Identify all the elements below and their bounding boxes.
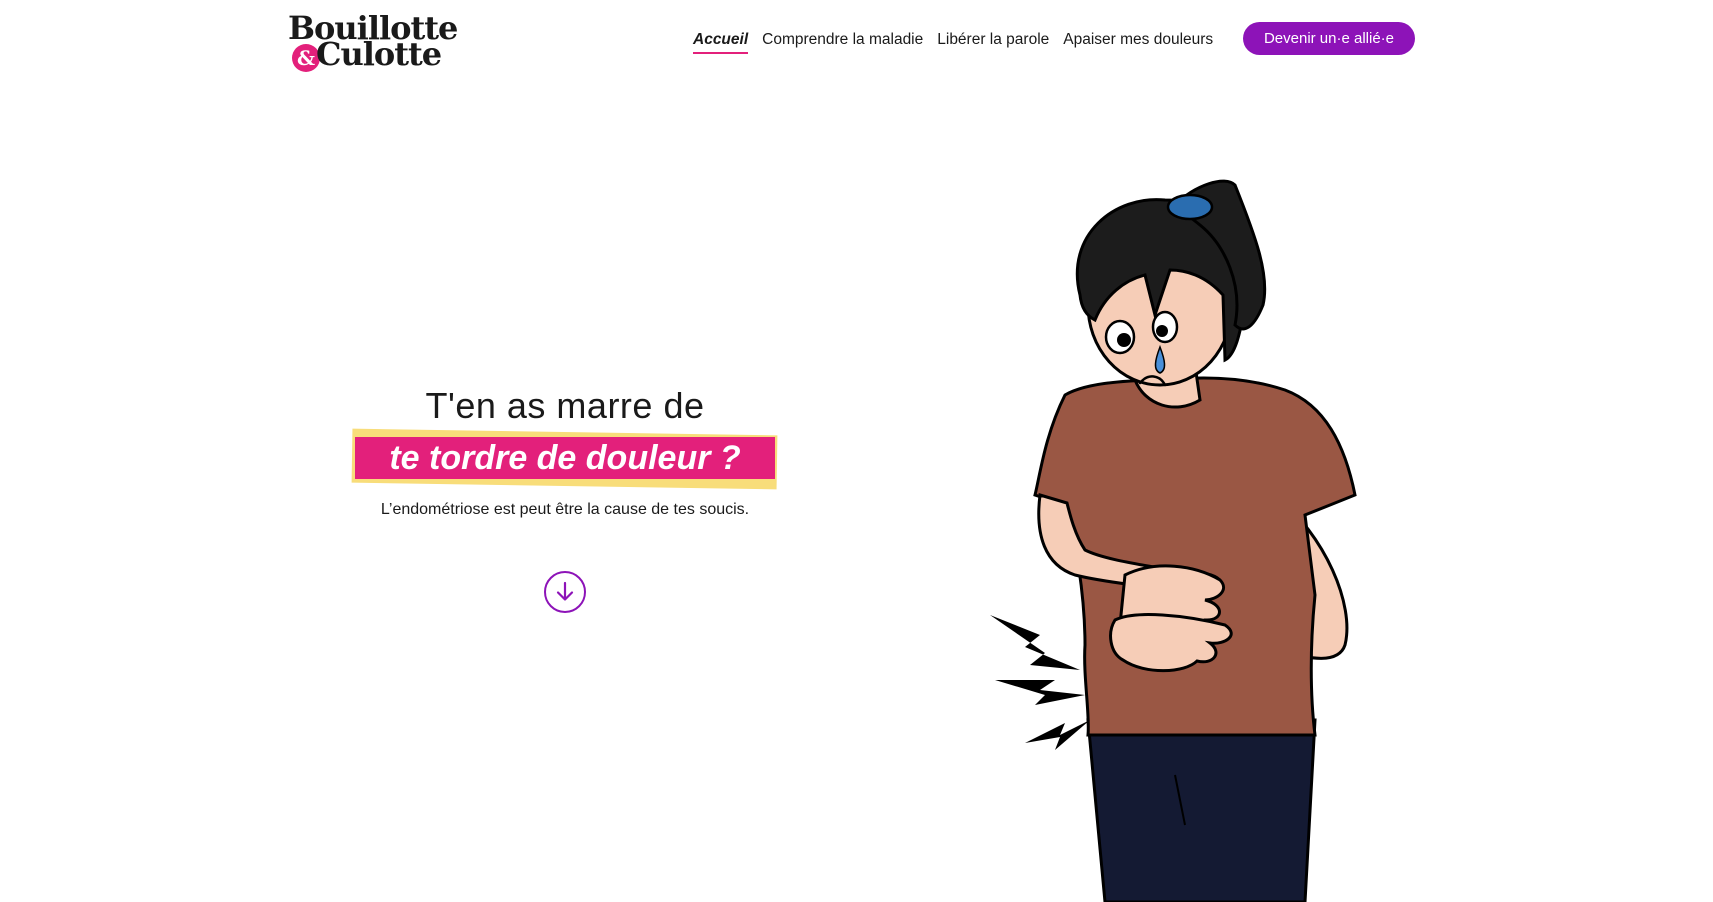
nav-link-comprendre[interactable]: Comprendre la maladie	[762, 31, 923, 49]
hero-highlight: te tordre de douleur ?	[351, 428, 779, 490]
nav-link-accueil[interactable]: Accueil	[693, 31, 749, 54]
logo-word-bottom: Culotte	[316, 35, 442, 73]
hero-section: T'en as marre de te tordre de douleur ? …	[330, 385, 800, 519]
nav-link-liberer[interactable]: Libérer la parole	[937, 31, 1049, 49]
nav-link-apaiser[interactable]: Apaiser mes douleurs	[1063, 31, 1213, 49]
site-header: Bouillotte & Culotte Accueil Comprendre …	[0, 0, 1713, 80]
become-ally-button[interactable]: Devenir un·e allié·e	[1243, 22, 1415, 55]
site-logo[interactable]: Bouillotte & Culotte	[288, 8, 458, 72]
hero-highlight-text: te tordre de douleur ?	[355, 437, 775, 479]
arrow-down-circle-icon	[556, 581, 574, 601]
scroll-down-button[interactable]	[544, 571, 586, 613]
hero-subtitle: L’endométriose est peut être la cause de…	[380, 501, 750, 518]
hero-title: T'en as marre de	[425, 385, 705, 426]
woman-stomach-pain-illustration	[990, 179, 1357, 902]
main-nav: Accueil Comprendre la maladie Libérer la…	[693, 28, 1227, 54]
